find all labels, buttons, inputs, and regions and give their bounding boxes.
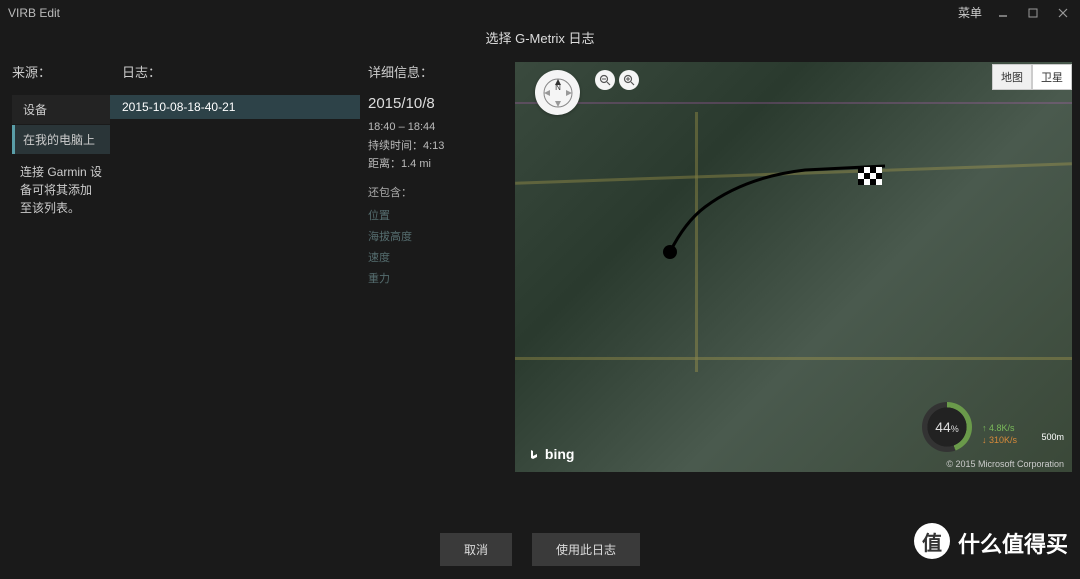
detail-includes-label: 还包含：	[368, 184, 515, 200]
map-type-map[interactable]: 地图	[992, 64, 1032, 90]
use-log-button[interactable]: 使用此日志	[532, 533, 640, 566]
watermark-text: 什么值得买	[958, 527, 1068, 559]
detail-field-position[interactable]: 位置	[368, 206, 515, 227]
detail-distance: 距离：1.4 mi	[368, 155, 515, 174]
log-item[interactable]: 2015-10-08-18-40-21	[110, 95, 360, 119]
detail-field-speed[interactable]: 速度	[368, 248, 515, 269]
detail-date: 2015/10/8	[368, 95, 515, 112]
zoom-in-button[interactable]	[619, 70, 639, 90]
maximize-button[interactable]	[1024, 6, 1042, 20]
zoom-out-button[interactable]	[595, 70, 615, 90]
detail-field-gravity[interactable]: 重力	[368, 269, 515, 290]
log-header: 日志：	[110, 62, 360, 81]
source-header: 来源：	[12, 62, 110, 81]
cancel-button[interactable]: 取消	[440, 533, 512, 566]
svg-text:N: N	[555, 83, 561, 92]
map-view[interactable]: N 地图 卫星 bing © 201	[515, 62, 1072, 472]
detail-time: 18:40 – 18:44	[368, 118, 515, 137]
details-header: 详细信息：	[368, 62, 515, 81]
minimize-button[interactable]	[994, 6, 1012, 20]
bing-logo: bing	[527, 446, 574, 462]
compass-control[interactable]: N	[535, 70, 580, 115]
source-help-text: 连接 Garmin 设备可将其添加至该列表。	[12, 155, 110, 225]
watermark-logo: 值	[914, 523, 950, 559]
map-type-satellite[interactable]: 卫星	[1032, 64, 1072, 90]
map-scale: 500m	[1041, 432, 1064, 442]
map-copyright: © 2015 Microsoft Corporation	[946, 459, 1064, 469]
detail-field-altitude[interactable]: 海拔高度	[368, 227, 515, 248]
menu-button[interactable]: 菜单	[958, 4, 982, 21]
battery-gauge: 44%	[922, 402, 972, 452]
detail-duration: 持续时间：4:13	[368, 137, 515, 156]
source-item-computer[interactable]: 在我的电脑上	[12, 125, 110, 154]
close-button[interactable]	[1054, 6, 1072, 20]
dialog-title: 选择 G-Metrix 日志	[485, 28, 594, 47]
track-end-marker	[858, 167, 882, 185]
network-speed: ↑ 4.8K/s ↓ 310K/s	[982, 422, 1017, 447]
source-item-device[interactable]: 设备	[12, 95, 110, 124]
app-title: VIRB Edit	[8, 6, 60, 20]
